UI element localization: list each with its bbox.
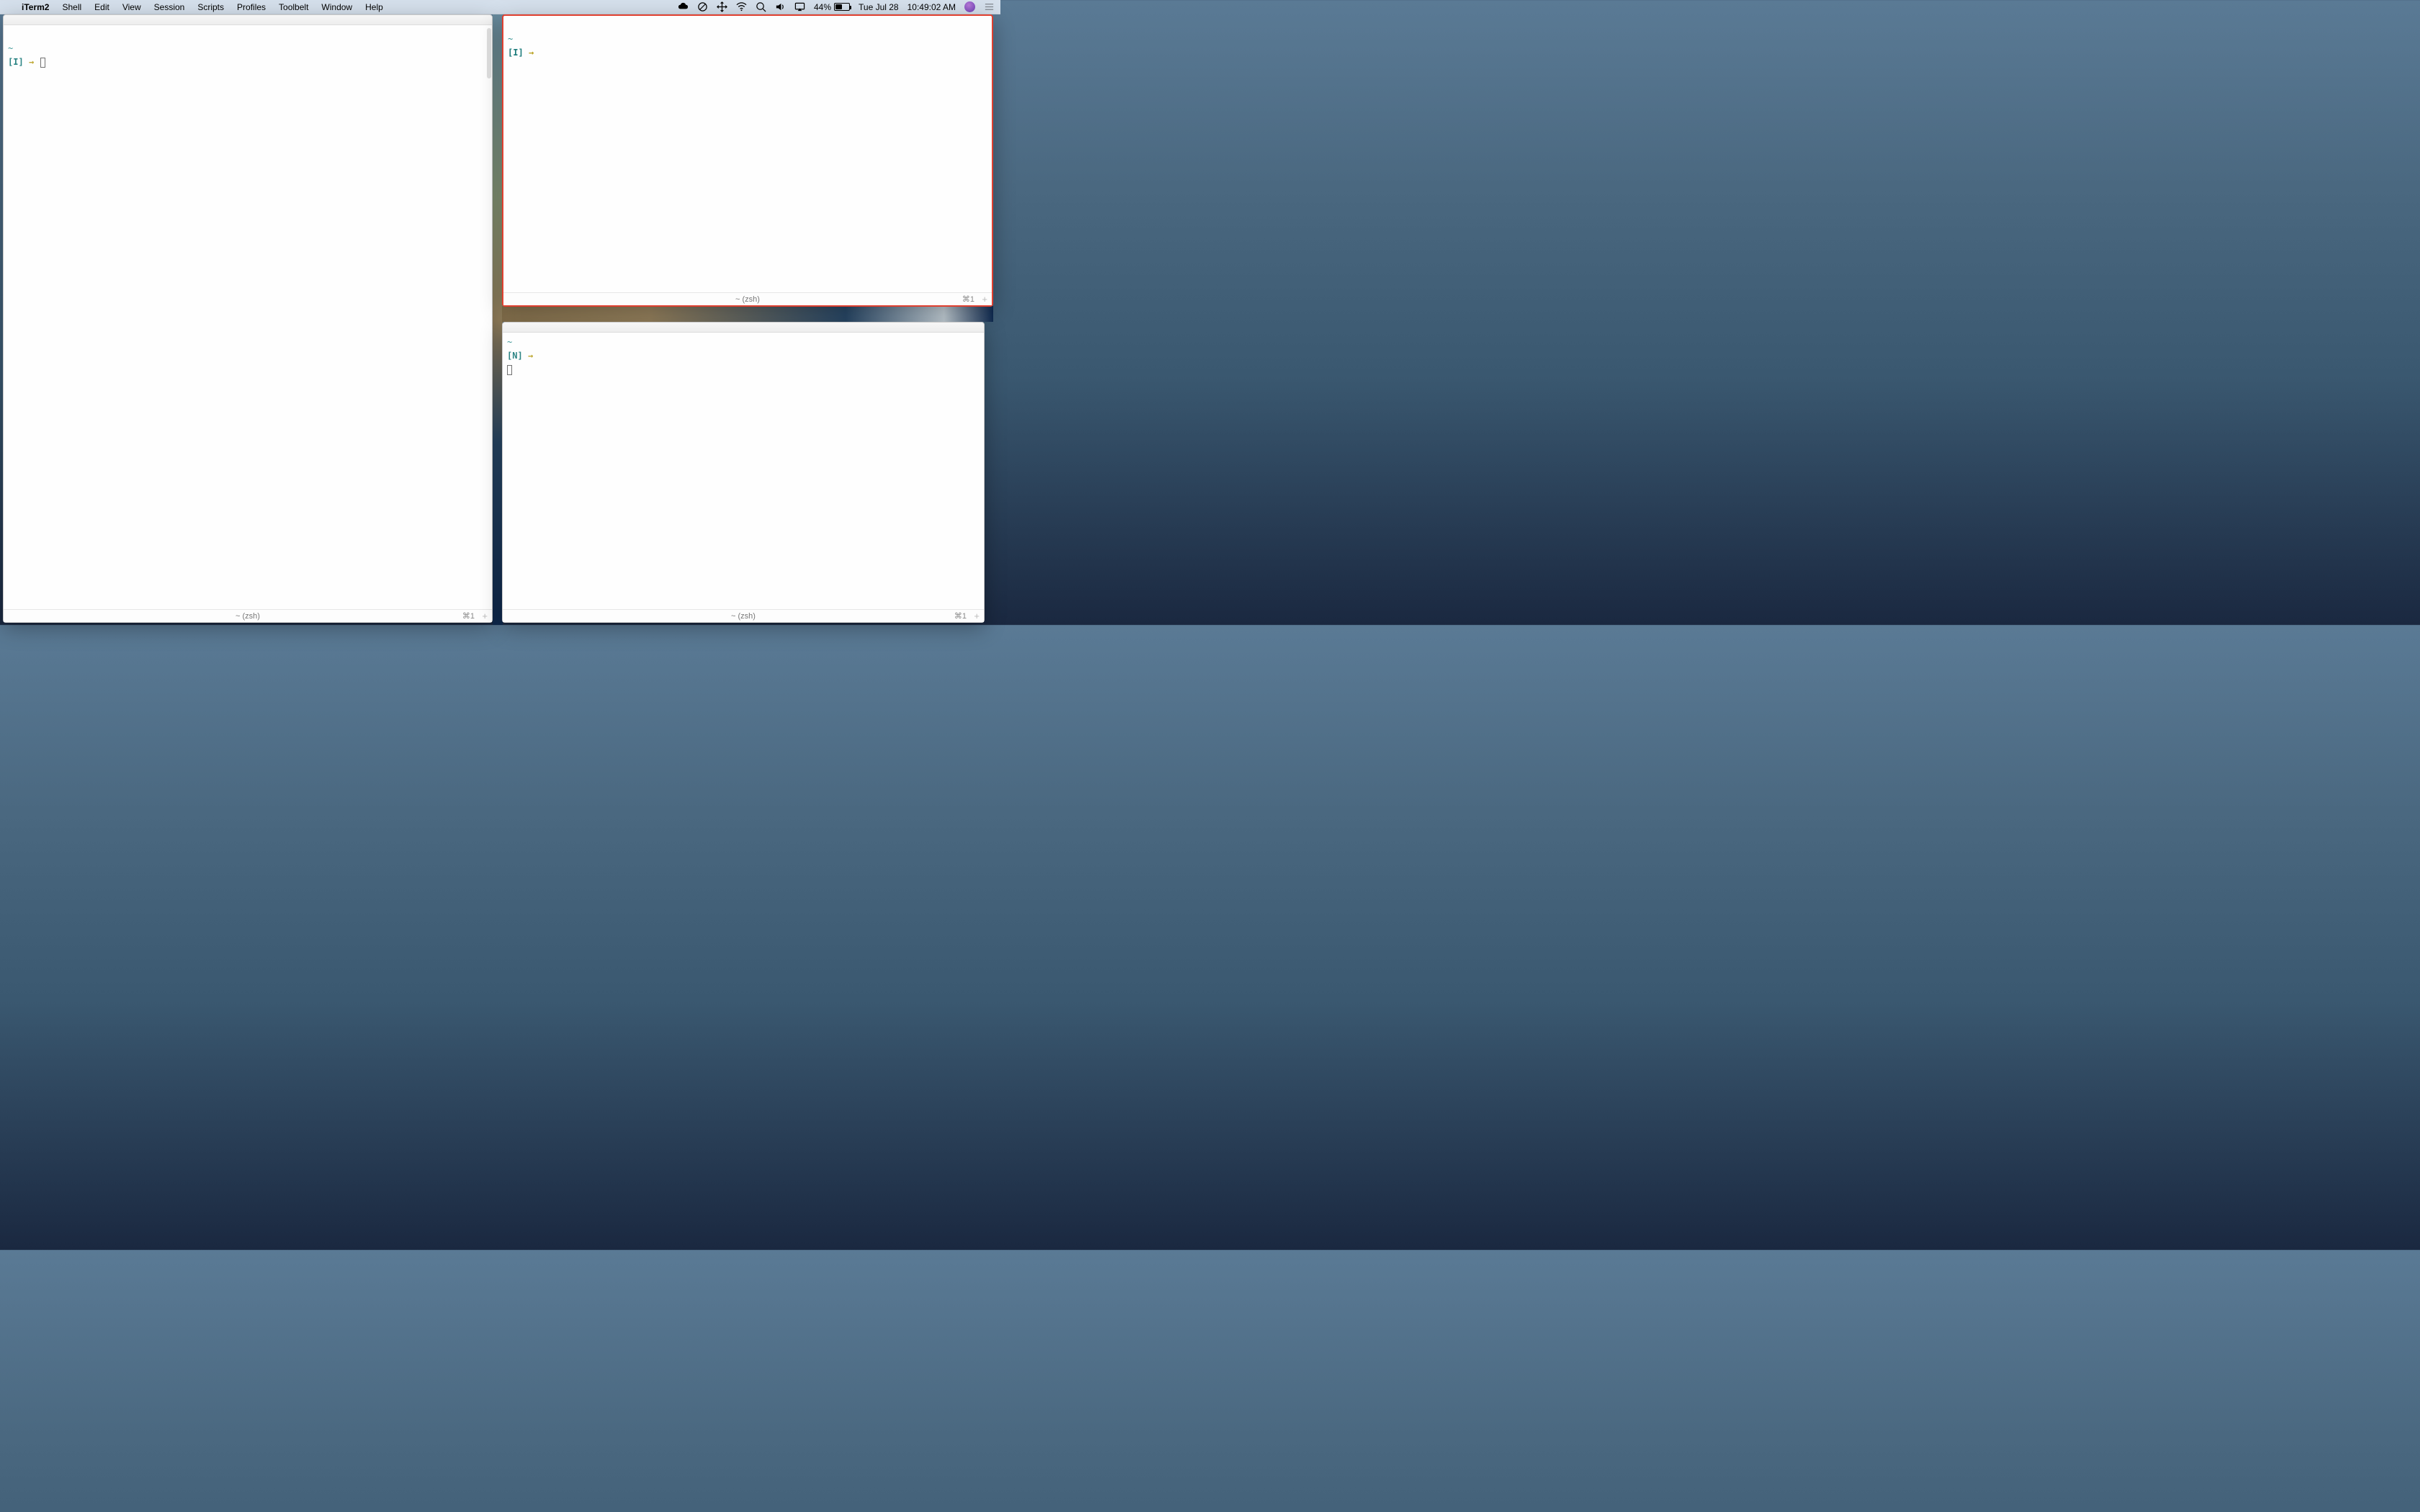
prompt-cwd: ~ [508, 32, 987, 46]
terminal-window-top-right-active[interactable]: ~ [I] → ~ (zsh) ⌘1 + [502, 14, 993, 307]
cloud-app-icon[interactable] [678, 1, 689, 12]
scrollbar[interactable] [487, 28, 491, 78]
prompt-line: [I] → [8, 55, 488, 69]
battery-percent-label: 44% [814, 2, 831, 12]
prompt-line: [N] → [507, 349, 980, 363]
menubar-right: 44% Tue Jul 28 10:49:02 AM [678, 1, 995, 12]
terminal-content-left[interactable]: ~ [I] → [4, 25, 492, 609]
statusbar-title: ~ (zsh) [731, 612, 756, 621]
statusbar-title: ~ (zsh) [236, 612, 260, 621]
battery-icon [834, 3, 850, 11]
terminal-content-top-right[interactable]: ~ [I] → [503, 16, 992, 292]
menubar-left: iTerm2 Shell Edit View Session Scripts P… [6, 2, 390, 12]
terminal-content-bottom-right[interactable]: ~ [N] → [503, 333, 984, 609]
menu-help[interactable]: Help [359, 2, 390, 12]
menu-shell[interactable]: Shell [55, 2, 88, 12]
statusbar-title: ~ (zsh) [735, 295, 760, 304]
cursor [507, 365, 512, 375]
add-tab-button[interactable]: + [974, 611, 980, 621]
menu-session[interactable]: Session [148, 2, 192, 12]
prompt-line: [I] → [508, 46, 987, 60]
desktop-area: ~ [I] → ~ (zsh) ⌘1 + ~ [I] → ~ (zsh) ⌘1 … [0, 14, 1000, 625]
terminal-titlebar[interactable] [4, 15, 492, 25]
statusbar-shortcut: ⌘1 [954, 611, 967, 621]
terminal-statusbar-top-right: ~ (zsh) ⌘1 + [503, 292, 992, 305]
add-tab-button[interactable]: + [982, 294, 987, 305]
menu-window[interactable]: Window [315, 2, 359, 12]
app-menu[interactable]: iTerm2 [15, 2, 55, 12]
terminal-window-left[interactable]: ~ [I] → ~ (zsh) ⌘1 + [3, 14, 493, 623]
prompt-cwd: ~ [8, 42, 488, 55]
wifi-icon[interactable] [736, 1, 747, 12]
menu-toolbelt[interactable]: Toolbelt [272, 2, 315, 12]
app-indicator-icon[interactable] [964, 1, 975, 12]
terminal-statusbar-bottom-right: ~ (zsh) ⌘1 + [503, 609, 984, 622]
battery-status[interactable]: 44% [814, 2, 850, 12]
macos-menubar: iTerm2 Shell Edit View Session Scripts P… [0, 0, 1000, 14]
terminal-window-bottom-right[interactable]: ~ [N] → ~ (zsh) ⌘1 + [502, 322, 985, 623]
airplay-icon[interactable] [794, 1, 805, 12]
menubar-time[interactable]: 10:49:02 AM [908, 2, 956, 12]
move-icon[interactable] [717, 1, 727, 12]
cursor [40, 58, 45, 68]
menu-view[interactable]: View [116, 2, 148, 12]
menu-scripts[interactable]: Scripts [191, 2, 230, 12]
do-not-disturb-icon[interactable] [697, 1, 708, 12]
statusbar-shortcut: ⌘1 [962, 294, 974, 304]
statusbar-shortcut: ⌘1 [462, 611, 475, 621]
terminal-titlebar[interactable] [503, 323, 984, 333]
prompt-cwd: ~ [507, 336, 980, 349]
notification-center-icon[interactable] [984, 1, 995, 12]
desktop-wallpaper-strip [493, 14, 503, 625]
menubar-date[interactable]: Tue Jul 28 [859, 2, 899, 12]
prompt-line-blank [8, 28, 488, 42]
prompt-line-blank [508, 19, 987, 32]
add-tab-button[interactable]: + [482, 611, 488, 621]
spotlight-search-icon[interactable] [756, 1, 766, 12]
menu-profiles[interactable]: Profiles [230, 2, 272, 12]
menu-edit[interactable]: Edit [88, 2, 116, 12]
desktop-wallpaper-strip-horizontal [502, 306, 993, 322]
volume-icon[interactable] [775, 1, 786, 12]
terminal-statusbar-left: ~ (zsh) ⌘1 + [4, 609, 492, 622]
